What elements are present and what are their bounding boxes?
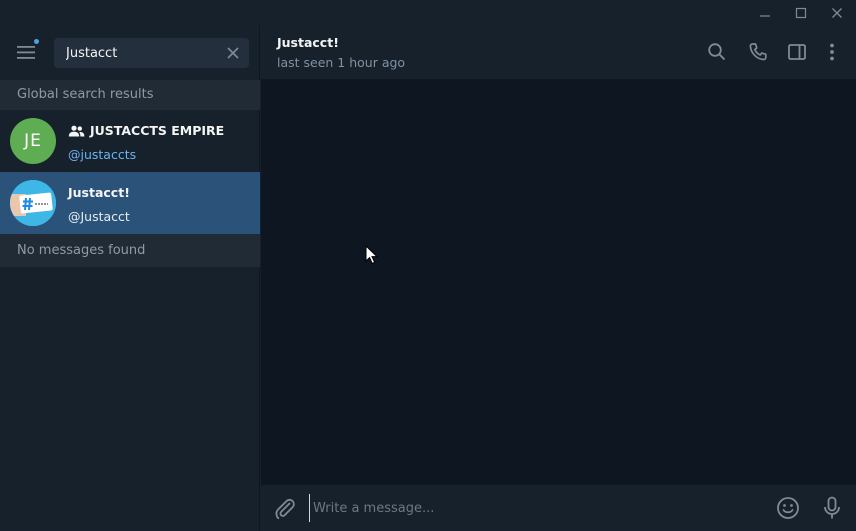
more-icon: [830, 43, 834, 61]
microphone-icon: [824, 496, 840, 519]
search-icon: [708, 43, 726, 61]
sidebar-toggle-icon: [788, 44, 806, 60]
result-username: @justaccts: [68, 147, 137, 162]
maximize-button[interactable]: [783, 0, 819, 25]
main-menu-button[interactable]: [14, 38, 40, 63]
chat-panel: Justacct! last seen 1 hour ago: [261, 25, 856, 531]
search-input[interactable]: [66, 38, 216, 68]
emoji-button[interactable]: [776, 496, 800, 520]
maximize-icon: [795, 7, 807, 18]
title-bar: [0, 0, 856, 25]
minimize-button[interactable]: [747, 0, 783, 25]
chat-title: Justacct!: [277, 35, 339, 50]
result-title-text: JUSTACCTS EMPIRE: [90, 123, 225, 138]
close-icon: [832, 7, 842, 18]
message-composer: [261, 485, 856, 531]
search-clear-button[interactable]: [225, 45, 241, 61]
search-box: [54, 38, 249, 68]
phone-icon: [749, 43, 767, 61]
result-title-text: Justacct!: [68, 185, 130, 200]
minimize-icon: [760, 14, 770, 17]
result-username: @Justacct: [68, 209, 130, 224]
chat-header[interactable]: Justacct! last seen 1 hour ago: [261, 25, 856, 80]
chat-status: last seen 1 hour ago: [277, 55, 406, 70]
attach-button[interactable]: [273, 497, 297, 521]
message-input[interactable]: [309, 494, 759, 522]
sidebar-topbar: [0, 25, 260, 80]
more-button[interactable]: [821, 41, 843, 63]
message-area[interactable]: [261, 80, 856, 485]
avatar: [10, 180, 56, 226]
paperclip-icon: [275, 498, 295, 520]
close-window-button[interactable]: [819, 0, 855, 25]
group-icon: [68, 125, 85, 136]
avatar: JE: [10, 118, 56, 164]
search-button[interactable]: [706, 41, 728, 63]
close-icon: [227, 47, 239, 59]
hashtag-sales-logo-icon: [10, 180, 56, 226]
search-result-justaccts-empire[interactable]: JE JUSTACCTS EMPIRE @justaccts: [0, 110, 260, 172]
voice-record-button[interactable]: [821, 496, 843, 520]
call-button[interactable]: [747, 41, 769, 63]
hamburger-icon: [17, 46, 35, 59]
no-messages-label: No messages found: [0, 234, 260, 267]
unread-dot: [33, 38, 40, 45]
emoji-icon: [777, 497, 799, 519]
result-title: Justacct!: [68, 185, 130, 200]
global-search-header: Global search results: [0, 80, 260, 110]
search-result-justacct[interactable]: Justacct! @Justacct: [0, 172, 260, 234]
sidebar: Global search results JE JUSTACCTS EMPIR…: [0, 25, 260, 531]
mouse-cursor-icon: [365, 245, 379, 265]
result-title: JUSTACCTS EMPIRE: [68, 123, 224, 138]
sidebar-toggle-button[interactable]: [786, 41, 808, 63]
